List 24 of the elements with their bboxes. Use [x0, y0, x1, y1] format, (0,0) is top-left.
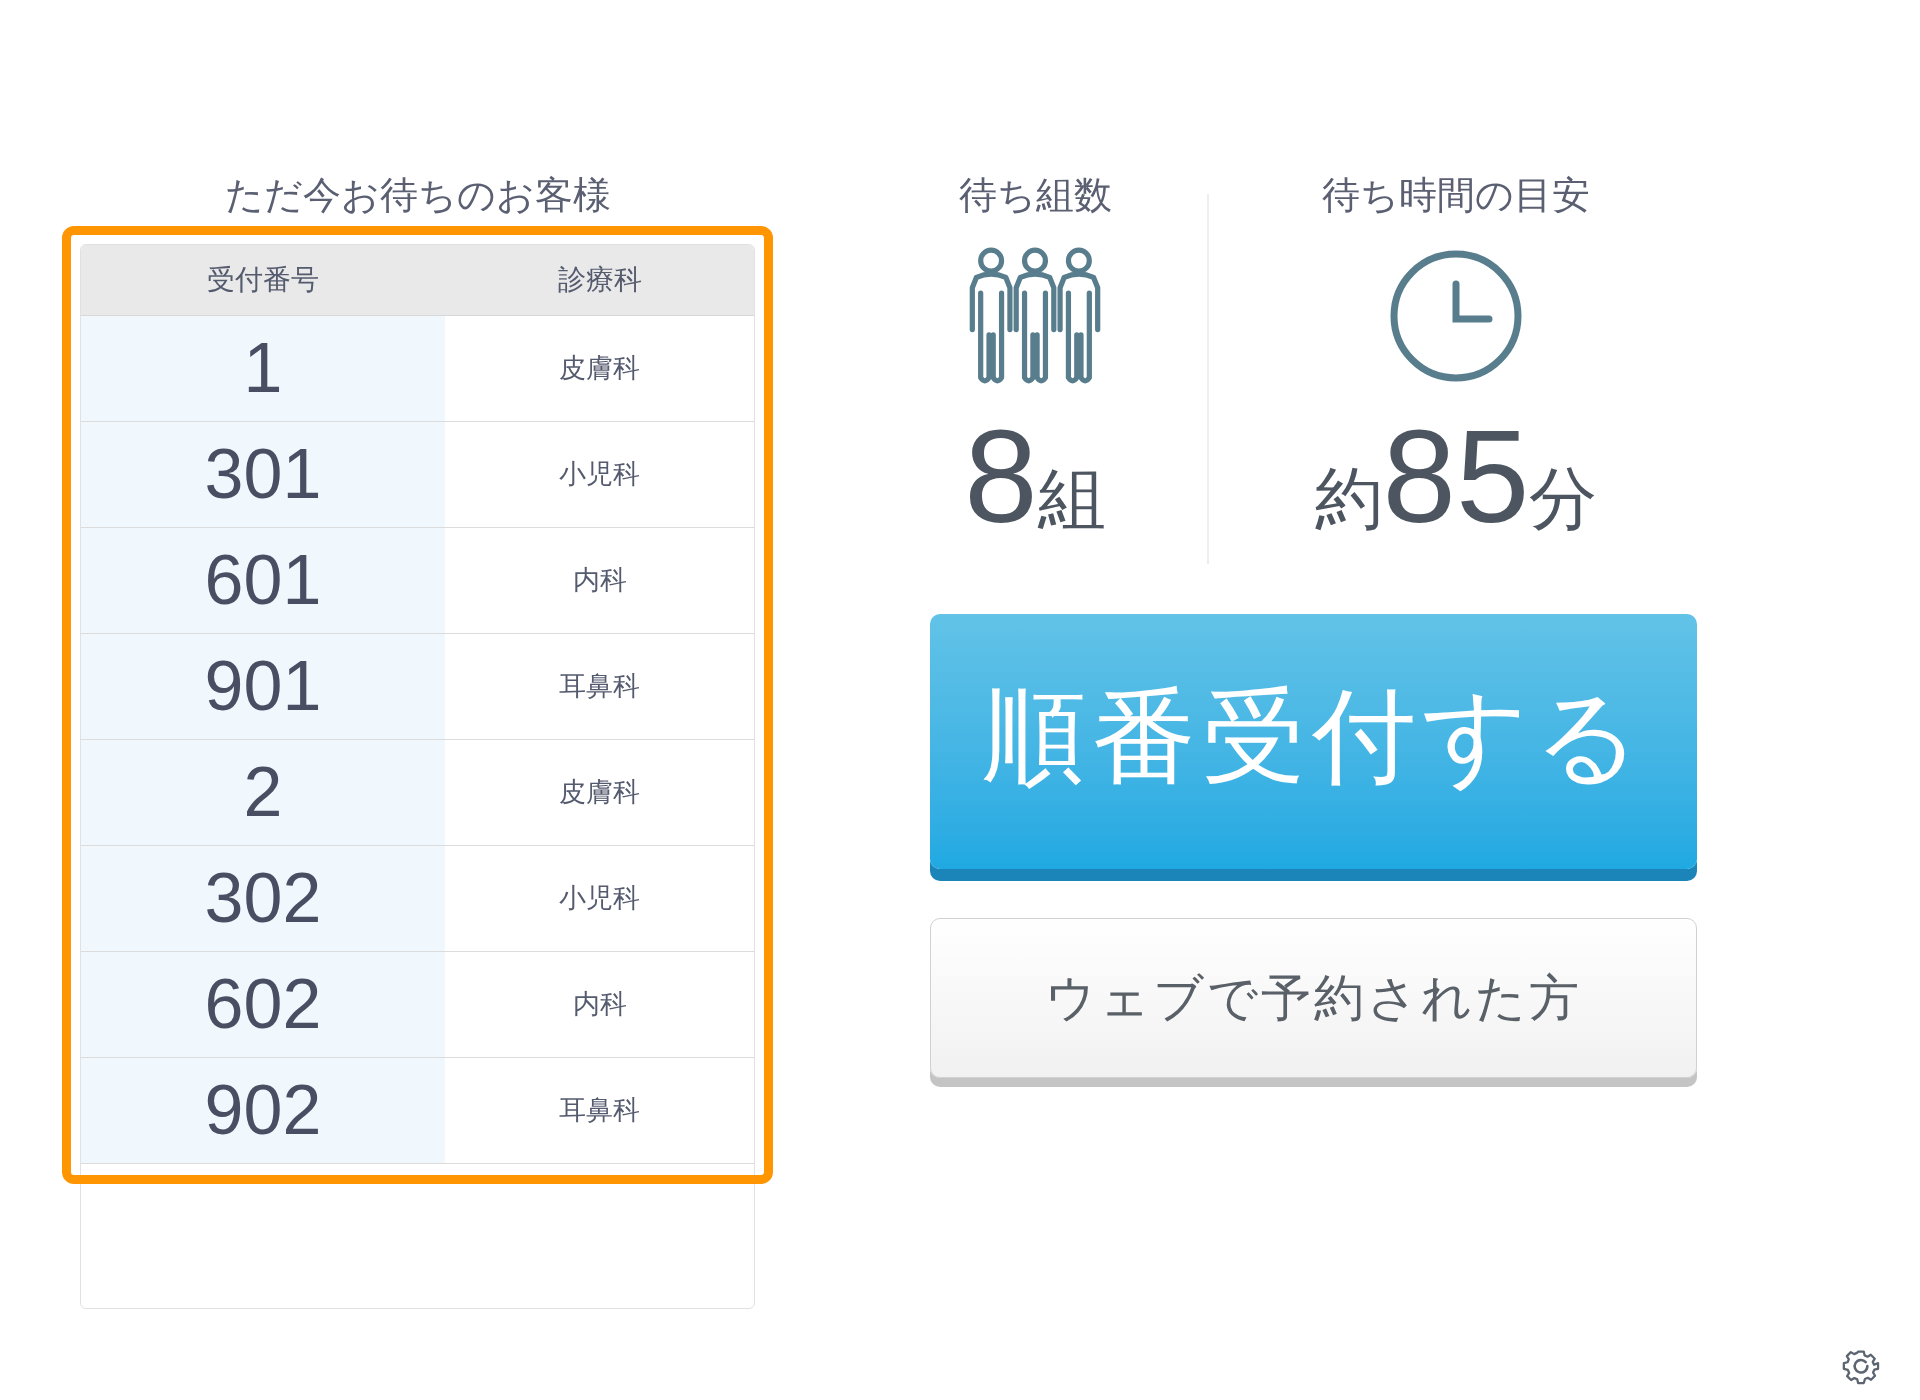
ticket-number-cell: 302 — [81, 846, 445, 951]
ticket-number-cell: 601 — [81, 528, 445, 633]
column-header: 診療科 — [556, 262, 643, 298]
ticket-number-cell: 2 — [81, 740, 445, 845]
ticket-number-cell: 1 — [81, 316, 445, 421]
department-cell-text: 小児科 — [558, 881, 641, 916]
ticket-number-cell: 902 — [81, 1058, 445, 1163]
waiting-list-title: ただ今お待ちのお客様 — [224, 176, 611, 214]
department-cell-text: 皮膚科 — [558, 351, 641, 386]
stat-label: 待ち時間の目安 — [1322, 176, 1590, 214]
stat-value: 8組 — [964, 411, 1106, 543]
ticket-number-cell: 901 — [81, 634, 445, 739]
department-cell-text: 小児科 — [558, 457, 641, 492]
ticket-number-cell: 301 — [81, 422, 445, 527]
ticket-number-cell: 602 — [81, 952, 445, 1057]
stat-label: 待ち組数 — [958, 176, 1112, 214]
stat-value: 約85分 — [1314, 411, 1598, 543]
department-cell-text: 耳鼻科 — [558, 669, 641, 704]
department-cell-text: 皮膚科 — [558, 775, 641, 810]
department-cell-text: 内科 — [571, 987, 628, 1022]
column-header: 受付番号 — [206, 262, 320, 298]
department-cell-text: 内科 — [571, 563, 628, 598]
department-cell-text: 耳鼻科 — [558, 1093, 641, 1128]
clock-icon — [1389, 248, 1523, 383]
